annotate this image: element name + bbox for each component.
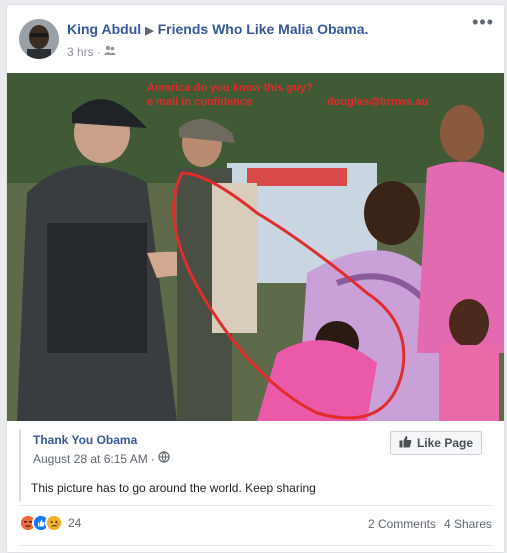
action-bar-divider [19, 545, 492, 546]
reactions-summary[interactable]: 24 [19, 514, 81, 532]
photo-overlay-line-2: e mail in confidence [147, 96, 252, 108]
shares-count-link[interactable]: 4 Shares [444, 517, 492, 531]
feed-post: King Abdul ▶ Friends Who Like Malia Obama.… [6, 4, 505, 553]
engagement-stats: 2 Comments 4 Shares [368, 517, 492, 531]
card-date[interactable]: August 28 at 6:15 AM [33, 452, 148, 466]
comments-count-link[interactable]: 2 Comments [368, 517, 436, 531]
globe-icon [158, 451, 170, 466]
author-name[interactable]: King Abdul [67, 21, 141, 37]
post-photo[interactable]: America do you know this guy? e mail in … [7, 73, 504, 421]
photo-overlay-line-1: America do you know this guy? [147, 82, 313, 94]
reaction-count[interactable]: 24 [68, 516, 81, 530]
footer-divider [19, 505, 492, 506]
author-avatar[interactable] [19, 19, 59, 59]
post-header-title: King Abdul ▶ Friends Who Like Malia Obama. [67, 21, 368, 37]
shared-to-arrow-icon: ▶ [145, 25, 154, 37]
like-page-button[interactable]: Like Page [389, 431, 482, 455]
meta-separator: · [150, 451, 155, 466]
post-timestamp[interactable]: 3 hrs [67, 45, 94, 59]
more-options-button[interactable]: ••• [472, 13, 494, 31]
friends-icon[interactable] [104, 44, 116, 59]
meta-separator: · [96, 44, 101, 59]
thumbs-up-icon [399, 435, 412, 451]
sad-icon [45, 514, 63, 532]
group-name[interactable]: Friends Who Like Malia Obama. [158, 21, 369, 37]
card-page-name[interactable]: Thank You Obama [33, 433, 137, 447]
post-meta: 3 hrs · [67, 44, 116, 59]
like-page-label: Like Page [416, 436, 473, 450]
post-description: This picture has to go around the world.… [31, 481, 316, 495]
photo-overlay-line-3: douglas@brnws.au [327, 96, 428, 108]
card-meta: August 28 at 6:15 AM · [33, 451, 170, 466]
